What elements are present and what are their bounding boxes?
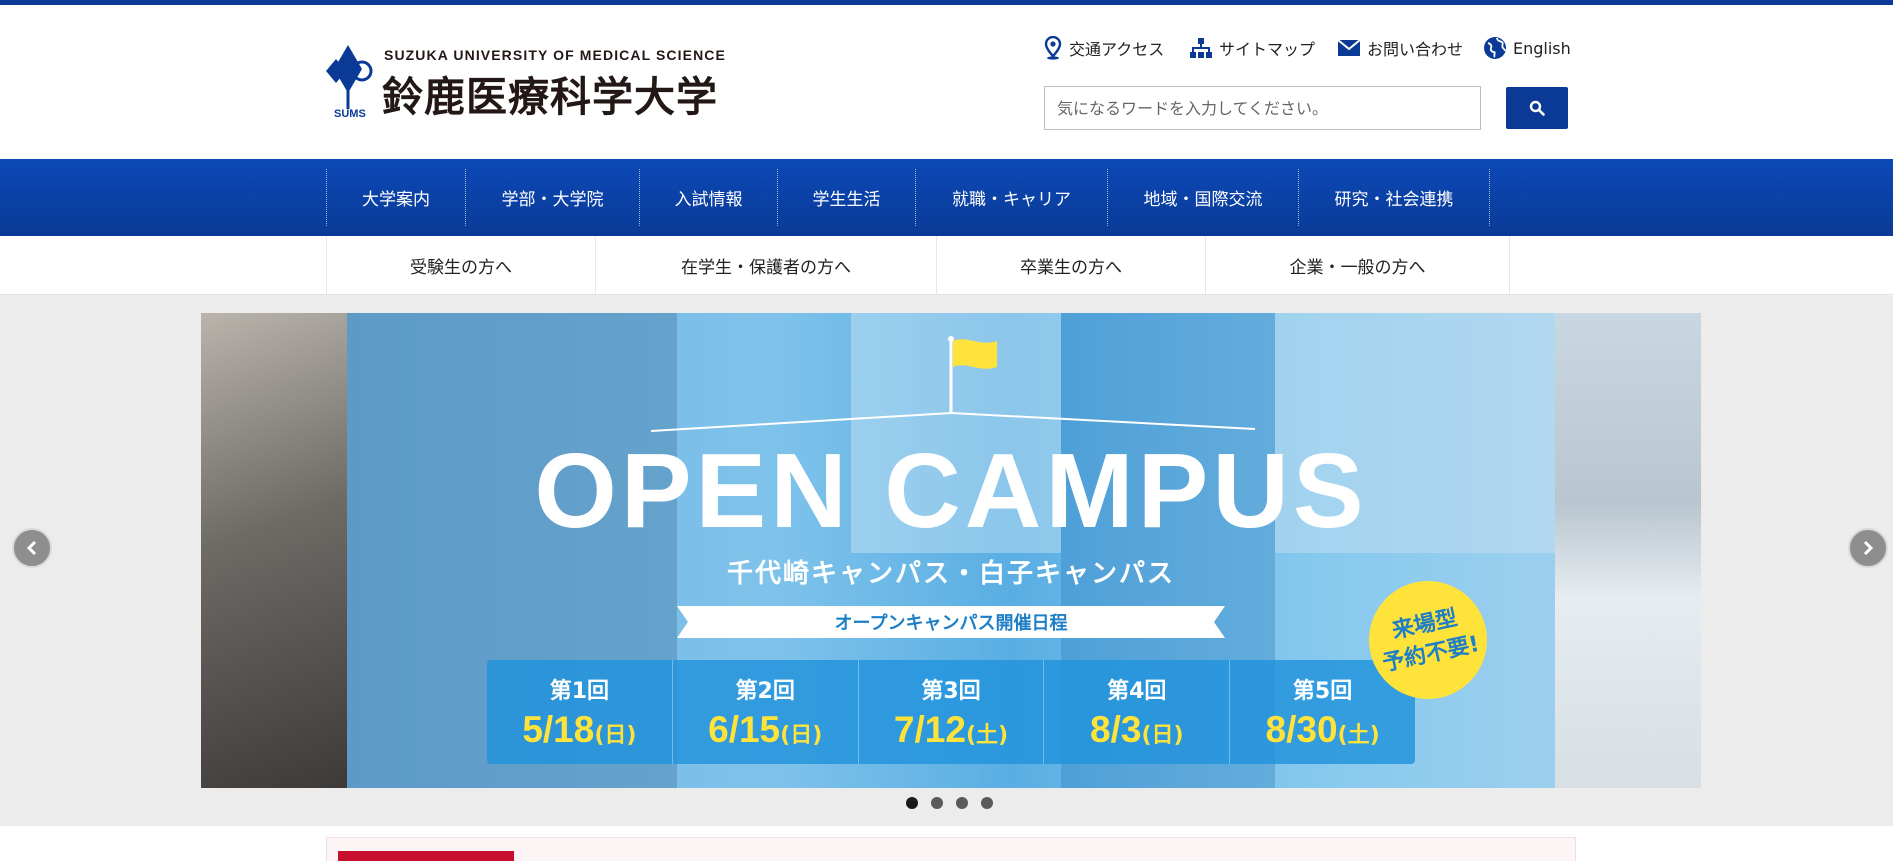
- schedule-item: 第2回 6/15(日): [673, 660, 859, 764]
- nav-item-student-life[interactable]: 学生生活: [778, 169, 916, 226]
- logo-abbr: SUMS: [334, 108, 366, 120]
- search-button[interactable]: [1506, 87, 1568, 129]
- hero-slide[interactable]: OPEN CAMPUS 千代崎キャンパス・白子キャンパス オープンキャンパス開催…: [201, 313, 1701, 788]
- nav-item-career[interactable]: 就職・キャリア: [916, 169, 1108, 226]
- schedule-table: 第1回 5/18(日) 第2回 6/15(日) 第3回 7/12(土) 第4回 …: [487, 660, 1415, 764]
- logo-japanese-name: 鈴鹿医療科学大学: [382, 73, 718, 121]
- flag-icon: [650, 336, 1256, 432]
- schedule-date: 8/3(日): [1090, 709, 1184, 750]
- chevron-right-icon: [1863, 540, 1874, 556]
- nav-item-about[interactable]: 大学案内: [327, 169, 466, 226]
- schedule-round: 第1回: [549, 679, 610, 704]
- search-icon: [1529, 100, 1545, 116]
- schedule-round: 第5回: [1292, 679, 1353, 704]
- access-link-label: 交通アクセス: [1069, 40, 1165, 59]
- logo-english-name: SUZUKA UNIVERSITY OF MEDICAL SCIENCE: [384, 47, 726, 63]
- carousel-pagination: [906, 797, 993, 809]
- nav-item-faculties[interactable]: 学部・大学院: [466, 169, 640, 226]
- sitemap-icon: [1190, 38, 1212, 58]
- nav-item-research[interactable]: 研究・社会連携: [1299, 169, 1490, 226]
- schedule-date: 6/15(日): [708, 709, 823, 750]
- english-link-label: English: [1513, 38, 1571, 58]
- mail-icon: [1337, 39, 1361, 56]
- sitemap-link-label: サイトマップ: [1219, 40, 1316, 59]
- access-link[interactable]: 交通アクセス: [1043, 33, 1164, 63]
- nav-item-community[interactable]: 地域・国際交流: [1108, 169, 1299, 226]
- carousel-next-button[interactable]: [1848, 528, 1888, 568]
- english-link[interactable]: English: [1483, 33, 1571, 63]
- carousel-prev-button[interactable]: [12, 528, 52, 568]
- map-pin-icon: [1044, 36, 1062, 60]
- slide-ribbon: オープンキャンパス開催日程: [677, 606, 1225, 638]
- schedule-item: 第4回 8/3(日): [1044, 660, 1231, 764]
- contact-link-label: お問い合わせ: [1367, 40, 1464, 59]
- slide-title: OPEN CAMPUS: [534, 432, 1368, 550]
- schedule-date: 7/12(土): [893, 709, 1009, 750]
- carousel-dot[interactable]: [931, 797, 943, 809]
- contact-link[interactable]: お問い合わせ: [1337, 33, 1463, 63]
- search-input[interactable]: [1044, 86, 1481, 130]
- nav-item-admissions[interactable]: 入試情報: [640, 169, 778, 226]
- schedule-round: 第4回: [1107, 679, 1167, 704]
- schedule-item: 第1回 5/18(日): [487, 660, 673, 764]
- global-nav: 大学案内 学部・大学院 入試情報 学生生活 就職・キャリア 地域・国際交流 研究…: [0, 159, 1893, 236]
- audience-item-students-parents[interactable]: 在学生・保護者の方へ: [596, 236, 937, 294]
- globe-icon: [1484, 37, 1506, 59]
- audience-nav: 受験生の方へ 在学生・保護者の方へ 卒業生の方へ 企業・一般の方へ: [0, 236, 1893, 295]
- slide-subtitle: 千代崎キャンパス・白子キャンパス: [726, 559, 1175, 589]
- schedule-item: 第3回 7/12(土): [859, 660, 1045, 764]
- site-logo[interactable]: SUMS SUZUKA UNIVERSITY OF MEDICAL SCIENC…: [326, 43, 746, 123]
- carousel-dot[interactable]: [956, 797, 968, 809]
- schedule-date: 8/30(土): [1265, 709, 1380, 750]
- audience-item-prospective[interactable]: 受験生の方へ: [327, 236, 596, 294]
- site-header: SUMS SUZUKA UNIVERSITY OF MEDICAL SCIENC…: [0, 5, 1893, 159]
- sitemap-link[interactable]: サイトマップ: [1189, 33, 1315, 63]
- audience-item-corporate[interactable]: 企業・一般の方へ: [1206, 236, 1510, 294]
- news-tab[interactable]: [338, 851, 514, 861]
- chevron-left-icon: [26, 540, 37, 556]
- schedule-round: 第2回: [735, 679, 795, 704]
- schedule-date: 5/18(日): [522, 709, 637, 750]
- audience-item-alumni[interactable]: 卒業生の方へ: [937, 236, 1206, 294]
- schedule-round: 第3回: [921, 679, 981, 704]
- carousel-dot[interactable]: [981, 797, 993, 809]
- carousel-dot[interactable]: [906, 797, 918, 809]
